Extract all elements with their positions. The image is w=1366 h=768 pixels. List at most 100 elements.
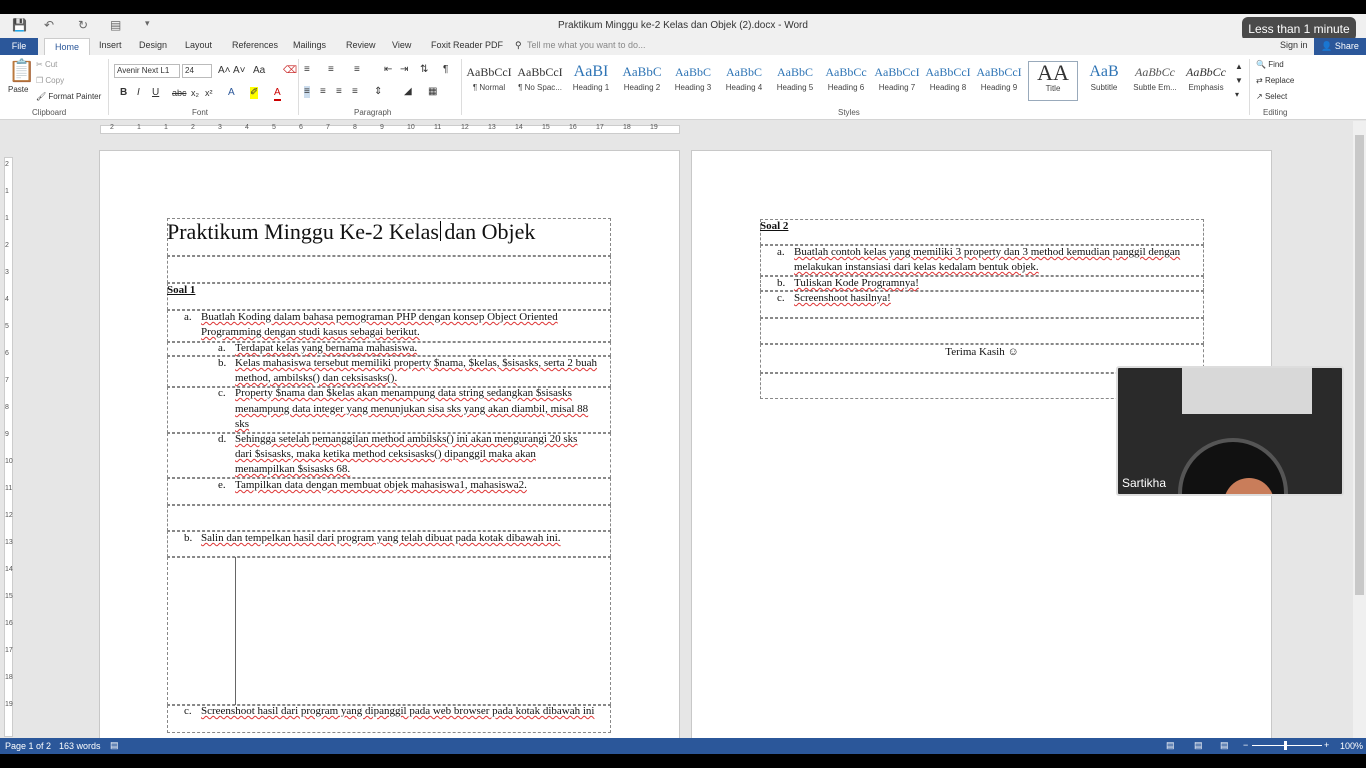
style-subtitle[interactable]: AaB Subtitle [1079, 61, 1129, 101]
style-heading-1[interactable]: AaBI Heading 1 [566, 61, 616, 101]
zoom-in-icon[interactable]: + [1324, 740, 1329, 750]
word-count[interactable]: 163 words [59, 741, 101, 751]
page-1[interactable]: Praktikum Minggu Ke-2 Kelas dan Objek So… [99, 150, 680, 740]
tab-layout[interactable]: Layout [185, 40, 212, 50]
align-left-icon[interactable]: ≡ [304, 86, 310, 98]
line-spacing-icon[interactable]: ⇕ [374, 86, 382, 98]
tab-design[interactable]: Design [139, 40, 167, 50]
zoom-level[interactable]: 100% [1340, 741, 1363, 751]
zoom-slider[interactable] [1252, 745, 1322, 746]
style-heading-6[interactable]: AaBbCc Heading 6 [821, 61, 871, 101]
strikethrough-icon[interactable]: abc [172, 87, 187, 99]
vertical-scrollbar[interactable] [1353, 121, 1366, 738]
page-count[interactable]: Page 1 of 2 [5, 741, 51, 751]
shading-icon[interactable]: ◢ [404, 86, 412, 98]
font-size-box[interactable]: 24 [182, 64, 212, 78]
tell-me-box[interactable]: Tell me what you want to do... [527, 40, 646, 50]
style-heading-9[interactable]: AaBbCcI Heading 9 [974, 61, 1024, 101]
tab-references[interactable]: References [232, 40, 278, 50]
show-marks-icon[interactable]: ¶ [443, 64, 448, 76]
bold-icon[interactable]: B [120, 87, 127, 99]
multilevel-list-icon[interactable]: ≡ [354, 64, 360, 76]
vertical-ruler[interactable]: 2 1 1 2 3 4 5 6 7 8 9 10 11 12 13 14 15 16 17 18 19 [0, 137, 16, 738]
video-call-tile[interactable]: Sartikha [1116, 366, 1344, 496]
answer-box-code[interactable] [167, 557, 611, 705]
replace-button[interactable]: ⇄ Replace [1256, 76, 1294, 85]
justify-icon[interactable]: ≡ [352, 86, 358, 98]
ruler-number: 13 [5, 539, 13, 546]
style-name: ¶ Normal [472, 83, 506, 92]
styles-more-icon[interactable]: ▾ [1235, 89, 1239, 101]
clear-format-icon[interactable]: ⌫ [283, 65, 297, 77]
grow-font-icon[interactable]: A˄ [218, 65, 231, 77]
style-no-spacing[interactable]: AaBbCcI ¶ No Spac... [515, 61, 565, 101]
tab-home[interactable]: Home [44, 38, 90, 55]
style-heading-8[interactable]: AaBbCcI Heading 8 [923, 61, 973, 101]
style-heading-4[interactable]: AaBbC Heading 4 [719, 61, 769, 101]
list-marker: b. [777, 277, 786, 289]
font-name-box[interactable]: Avenir Next L1 [114, 64, 180, 78]
ruler-number: 14 [515, 124, 523, 131]
zoom-slider-thumb[interactable] [1284, 741, 1287, 750]
underline-icon[interactable]: U [152, 87, 159, 99]
font-color-icon[interactable]: A [274, 87, 281, 101]
tab-foxit[interactable]: Foxit Reader PDF [431, 40, 503, 50]
italic-icon[interactable]: I [137, 87, 140, 99]
style-subtle-emphasis[interactable]: AaBbCc Subtle Em... [1130, 61, 1180, 101]
font-group-label: Font [192, 108, 209, 117]
style-emphasis[interactable]: AaBbCc Emphasis [1181, 61, 1231, 101]
tab-mailings[interactable]: Mailings [293, 40, 326, 50]
numbering-icon[interactable]: ≡ [328, 64, 334, 76]
align-center-icon[interactable]: ≡ [320, 86, 326, 98]
change-case-icon[interactable]: Aa [253, 65, 265, 77]
style-preview: AaBI [573, 63, 609, 80]
cut-button[interactable]: ✂ Cut [36, 60, 57, 69]
highlight-icon[interactable]: ✐ [250, 87, 259, 99]
format-painter-button[interactable]: 🖌 Format Painter [36, 92, 101, 101]
style-heading-7[interactable]: AaBbCcI Heading 7 [872, 61, 922, 101]
web-layout-icon[interactable]: ▤ [1220, 740, 1229, 751]
scrollbar-thumb[interactable] [1355, 135, 1364, 595]
zoom-out-icon[interactable]: − [1243, 740, 1248, 750]
find-button[interactable]: 🔍 Find [1256, 60, 1284, 69]
select-label: Select [1264, 92, 1288, 101]
style-heading-5[interactable]: AaBbC Heading 5 [770, 61, 820, 101]
style-heading-3[interactable]: AaBbC Heading 3 [668, 61, 718, 101]
superscript-icon[interactable]: x² [205, 87, 213, 99]
screen-bottom-bar [0, 754, 1366, 768]
bullets-icon[interactable]: ≡ [304, 64, 310, 76]
paste-button[interactable]: Paste [8, 85, 28, 94]
paste-icon[interactable]: 📋 [8, 59, 35, 83]
style-title[interactable]: AA Title [1028, 61, 1078, 101]
text-effects-icon[interactable]: A [228, 87, 235, 99]
styles-scroll-up-icon[interactable]: ▲ [1235, 61, 1243, 73]
subscript-icon[interactable]: x₂ [191, 87, 199, 99]
style-normal[interactable]: AaBbCcI ¶ Normal [464, 61, 514, 101]
tab-file[interactable]: File [0, 38, 38, 55]
list-marker: b. [218, 357, 227, 369]
proofing-icon[interactable]: ▤ [110, 740, 119, 751]
copy-button[interactable]: ❐ Copy [36, 76, 64, 85]
soal-1-label: Soal 1 [167, 284, 196, 296]
align-right-icon[interactable]: ≡ [336, 86, 342, 98]
decrease-indent-icon[interactable]: ⇤ [384, 64, 392, 76]
tab-insert[interactable]: Insert [99, 40, 122, 50]
horizontal-ruler[interactable]: 2 1 1 2 3 4 5 6 7 8 9 10 11 12 13 14 15 16 17 18 19 [0, 121, 1366, 137]
ruler-number: 9 [5, 431, 9, 438]
sort-icon[interactable]: ⇅ [420, 64, 428, 76]
style-preview: AaBbC [675, 65, 711, 79]
divider [461, 59, 462, 115]
read-mode-icon[interactable]: ▤ [1166, 740, 1175, 751]
borders-icon[interactable]: ▦ [428, 86, 437, 98]
shrink-font-icon[interactable]: A˅ [233, 65, 246, 77]
table-cell [167, 256, 611, 283]
tab-review[interactable]: Review [346, 40, 376, 50]
increase-indent-icon[interactable]: ⇥ [400, 64, 408, 76]
styles-scroll-down-icon[interactable]: ▼ [1235, 75, 1243, 87]
sign-in-link[interactable]: Sign in [1280, 40, 1308, 50]
tab-view[interactable]: View [392, 40, 411, 50]
print-layout-icon[interactable]: ▤ [1194, 740, 1203, 751]
select-button[interactable]: ↗ Select [1256, 92, 1287, 101]
style-heading-2[interactable]: AaBbC Heading 2 [617, 61, 667, 101]
share-button[interactable]: 👤 Share [1314, 38, 1366, 55]
